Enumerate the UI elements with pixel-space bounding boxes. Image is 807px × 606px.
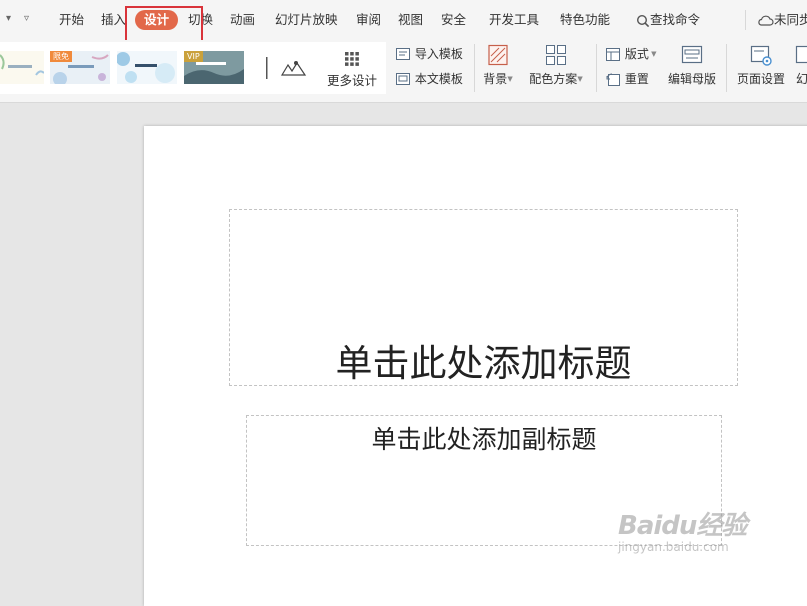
divider	[726, 44, 727, 92]
tab-special-features[interactable]: 特色功能	[560, 10, 610, 30]
background-label: 背景	[483, 72, 507, 86]
ribbon-toolbar: 限免 VIP 更多设计 导入模板 本文模板 背景▼	[0, 40, 807, 103]
command-search[interactable]: 查找命令	[636, 10, 700, 30]
page-setup-button[interactable]: 页面设置	[735, 44, 787, 87]
divider	[474, 44, 475, 92]
quick-access-dropdown[interactable]: ▾	[6, 13, 11, 24]
body-template-label: 本文模板	[415, 72, 463, 86]
color-scheme-label: 配色方案	[529, 72, 577, 86]
body-template-button[interactable]: 本文模板	[396, 70, 463, 88]
edit-master-icon	[681, 44, 703, 66]
tab-review[interactable]: 审阅	[356, 10, 381, 30]
layout-icon	[606, 48, 621, 62]
watermark-logo-text: Baidu经验	[618, 505, 768, 542]
title-placeholder-text: 单击此处添加标题	[230, 333, 737, 387]
import-template-label: 导入模板	[415, 47, 463, 61]
more-designs-label: 更多设计	[327, 73, 377, 88]
reset-icon	[606, 73, 621, 87]
reset-label: 重置	[625, 72, 649, 86]
grid-icon	[345, 52, 359, 66]
dropdown-caret-icon: ▼	[577, 75, 582, 83]
tab-slideshow[interactable]: 幻灯片放映	[275, 10, 338, 30]
tab-security[interactable]: 安全	[441, 10, 466, 30]
page-setup-label: 页面设置	[737, 72, 785, 86]
vip-badge: VIP	[184, 51, 203, 62]
page-setup-icon	[750, 44, 772, 66]
tab-transitions[interactable]: 切换	[188, 10, 213, 30]
sync-label: 未同步	[774, 12, 807, 27]
cloud-icon	[757, 14, 774, 27]
background-button[interactable]: 背景▼	[481, 44, 515, 87]
more-designs-button[interactable]: 更多设计	[326, 52, 378, 89]
template-thumbnail-1[interactable]	[0, 51, 44, 84]
design-gallery: 限免 VIP 更多设计	[0, 42, 386, 94]
layout-button[interactable]: 版式 ▼	[606, 45, 656, 63]
customize-toolbar-icon[interactable]: ▿	[24, 13, 29, 24]
slide-size-icon	[795, 44, 807, 66]
color-scheme-button[interactable]: 配色方案▼	[527, 44, 585, 87]
title-placeholder[interactable]: 单击此处添加标题	[229, 209, 738, 386]
divider	[745, 10, 746, 30]
reset-button[interactable]: 重置	[606, 70, 649, 88]
background-icon	[487, 44, 509, 66]
dropdown-caret-icon: ▼	[507, 75, 512, 83]
template-thumbnail-4[interactable]: VIP	[184, 51, 244, 84]
template-thumbnail-5[interactable]	[252, 51, 312, 84]
edit-master-label: 编辑母版	[668, 72, 716, 86]
color-scheme-icon	[545, 44, 567, 66]
free-badge: 限免	[50, 51, 72, 62]
subtitle-placeholder-text: 单击此处添加副标题	[247, 420, 721, 456]
slide-size-button[interactable]: 幻	[794, 44, 807, 87]
tab-design[interactable]: 设计	[135, 10, 178, 30]
tab-animation[interactable]: 动画	[230, 10, 255, 30]
tab-developer[interactable]: 开发工具	[489, 10, 539, 30]
sync-status[interactable]: 未同步	[757, 10, 807, 30]
template-thumbnail-3[interactable]	[117, 51, 177, 84]
search-icon	[636, 14, 650, 28]
tab-insert[interactable]: 插入	[101, 10, 126, 30]
edit-master-button[interactable]: 编辑母版	[666, 44, 718, 87]
slide-size-label: 幻	[796, 72, 807, 86]
menu-bar: ▾ ▿ 开始 插入 设计 切换 动画 幻灯片放映 审阅 视图 安全 开发工具 特…	[0, 0, 807, 40]
watermark-url: jingyan.baidu.com	[618, 540, 768, 554]
search-label: 查找命令	[650, 12, 700, 27]
layout-label: 版式	[625, 47, 649, 61]
template-thumbnail-2[interactable]: 限免	[50, 51, 110, 84]
dropdown-caret-icon: ▼	[649, 50, 657, 58]
divider	[596, 44, 597, 92]
tab-view[interactable]: 视图	[398, 10, 423, 30]
import-template-icon	[396, 48, 411, 62]
import-template-button[interactable]: 导入模板	[396, 45, 463, 63]
body-template-icon	[396, 73, 411, 87]
tab-home[interactable]: 开始	[59, 10, 84, 30]
baidu-watermark: Baidu经验 jingyan.baidu.com	[618, 505, 768, 575]
